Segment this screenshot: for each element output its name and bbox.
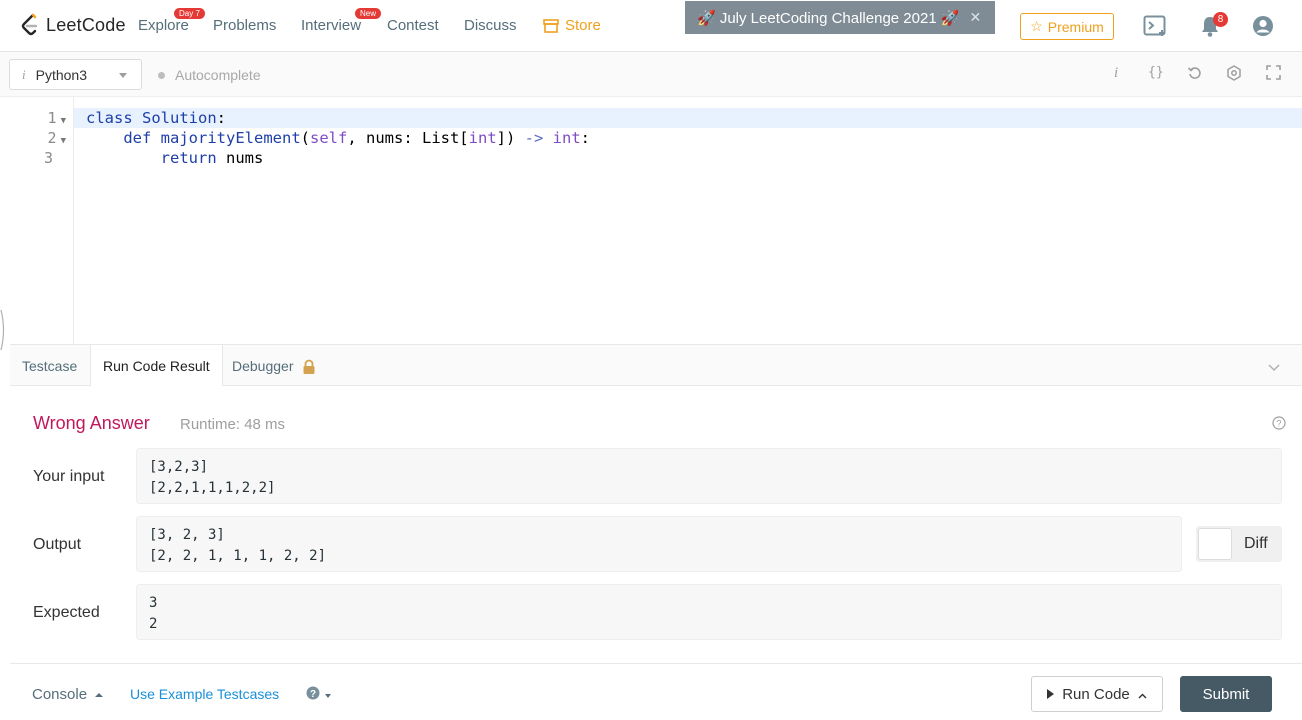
nav-contest-label: Contest [387,17,439,34]
nav-discuss[interactable]: Discuss [464,17,517,34]
editor-footer: Console Use Example Testcases ? Run Code… [0,664,1302,720]
caret-up-icon [95,692,104,697]
nav-explore[interactable]: Explore Day 7 [138,8,205,34]
reset-icon[interactable] [1187,65,1203,84]
editor-toolbar: i Python3 Autocomplete i {} [0,52,1302,97]
nav-interview[interactable]: Interview New [301,8,382,34]
panel-resize-handle[interactable] [0,300,8,360]
help-circle-icon[interactable]: ? [1272,416,1286,435]
day-badge: Day 7 [174,8,205,19]
new-badge: New [355,8,382,19]
lock-icon [302,359,316,374]
promo-banner[interactable]: 🚀 July LeetCoding Challenge 2021 🚀 ✕ [685,1,995,34]
help-circle-icon: ? [306,686,320,705]
line-number: 3 [43,149,53,167]
avatar-icon[interactable] [1252,14,1274,43]
tab-debugger-label: Debugger [232,357,294,374]
console-tabs: Testcase Run Code Result Debugger [10,344,1302,387]
code-line-1[interactable]: class Solution: [86,109,226,127]
chevron-down-icon [119,73,127,78]
nav-discuss-label: Discuss [464,17,517,34]
nav-interview-label: Interview [301,17,362,34]
info-icon[interactable]: i [1114,65,1118,82]
chevron-down-icon [325,693,331,698]
play-icon [1047,689,1055,699]
fullscreen-icon[interactable] [1266,65,1281,83]
line-number: 2 ▼ [47,129,66,147]
nav-contest[interactable]: Contest [387,17,439,34]
collapse-chevron-icon[interactable] [1268,359,1280,377]
code-editor[interactable]: 1 ▼ 2 ▼ 3 class Solution: def majorityElem… [10,97,1302,390]
tab-run-code-result[interactable]: Run Code Result [90,345,223,387]
nav-problems-label: Problems [213,17,277,34]
svg-text:?: ? [310,689,316,700]
svg-text:?: ? [1276,419,1281,429]
tab-debugger[interactable]: Debugger [220,345,328,386]
logo-text: LeetCode [46,14,126,35]
diff-label: Diff [1244,535,1268,552]
info-italic-icon: i [22,66,26,82]
console-toggle[interactable]: Console [32,686,104,703]
submit-label: Submit [1202,685,1250,703]
store-icon [543,18,559,33]
tab-testcase[interactable]: Testcase [10,345,89,386]
premium-button[interactable]: ☆ Premium [1020,13,1114,40]
code-line-2[interactable]: def majorityElement(self, nums: List[int… [86,129,590,147]
close-icon[interactable]: ✕ [970,9,982,26]
tab-testcase-label: Testcase [22,357,78,374]
autocomplete-dot [158,71,165,79]
diff-switch-knob [1198,528,1232,560]
submit-button[interactable]: Submit [1180,676,1272,712]
promo-text: 🚀 July LeetCoding Challenge 2021 🚀 [697,9,960,27]
format-braces-icon[interactable]: {} [1148,65,1164,80]
run-result-panel: Wrong Answer Runtime: 48 ms ? Your input… [10,386,1302,664]
chevron-up-icon [1138,686,1147,703]
tab-run-code-result-label: Run Code Result [103,358,210,374]
language-select[interactable]: i Python3 [9,59,142,90]
nav-problems[interactable]: Problems [213,17,276,34]
premium-label: Premium [1047,18,1104,35]
input-value: [3,2,3] [2,2,1,1,1,2,2] [136,448,1282,504]
code-line-3[interactable]: return nums [86,149,264,167]
run-code-button[interactable]: Run Code [1031,676,1163,712]
use-example-testcases-link[interactable]: Use Example Testcases [130,686,279,702]
output-label: Output [33,536,82,553]
nav-store-label: Store [565,17,601,34]
verdict-label: Wrong Answer [33,413,150,433]
notification-badge: 8 [1213,12,1228,27]
help-dropdown[interactable]: ? [306,686,331,705]
leetcode-logo[interactable]: LeetCode [20,13,126,37]
top-navbar: LeetCode Explore Day 7 Problems Intervie… [0,0,1302,52]
diff-toggle[interactable]: Diff [1196,526,1282,562]
playground-icon[interactable] [1143,14,1169,43]
autocomplete-label: Autocomplete [175,67,261,83]
language-value: Python3 [35,66,87,83]
output-value: [3, 2, 3] [2, 2, 1, 1, 1, 2, 2] [136,516,1182,572]
nav-store[interactable]: Store [543,17,601,34]
settings-icon[interactable] [1226,65,1242,84]
expected-label: Expected [33,604,100,621]
input-label: Your input [33,468,105,485]
leetcode-logo-icon [20,13,40,37]
line-number: 1 ▼ [47,109,66,127]
run-code-label: Run Code [1062,685,1130,703]
runtime-label: Runtime: 48 ms [180,416,286,433]
fold-arrow-icon[interactable]: ▼ [61,116,66,126]
expected-value: 3 2 [136,584,1282,640]
star-icon: ☆ [1030,18,1043,34]
fold-arrow-icon[interactable]: ▼ [61,136,66,146]
console-label: Console [32,686,88,703]
autocomplete-toggle[interactable]: Autocomplete [158,67,261,83]
line-number-gutter: 1 ▼ 2 ▼ 3 [10,97,74,344]
nav-explore-label: Explore [138,17,189,34]
active-line-highlight [74,108,1302,128]
